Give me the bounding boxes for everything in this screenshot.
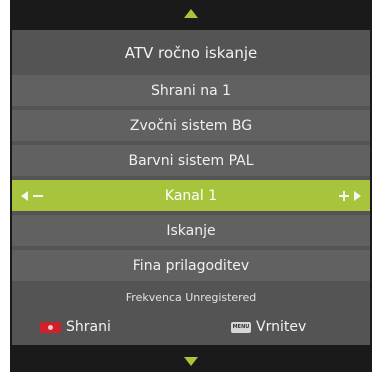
increase-control[interactable] [339, 180, 361, 211]
arrow-down-icon[interactable] [184, 357, 198, 366]
menu-item-label: Kanal 1 [164, 187, 218, 204]
back-label: Vrnitev [256, 319, 307, 335]
menu-item-label: Iskanje [166, 222, 216, 239]
menu-item-label: Fina prilagoditev [132, 257, 250, 274]
menu-item-save-to[interactable]: Shrani na 1 [12, 75, 370, 106]
frequency-readout: Frekvenca Unregistered [125, 290, 257, 304]
save-label: Shrani [66, 319, 111, 335]
menu-item-label: Zvočni sistem BG [129, 117, 253, 134]
menu-item-fine-tune[interactable]: Fina prilagoditev [12, 250, 370, 281]
menu-item-search[interactable]: Iskanje [12, 215, 370, 246]
arrow-up-icon[interactable] [184, 9, 198, 18]
save-button[interactable]: Shrani [40, 316, 111, 338]
menu-title: ATV ročno iskanje [124, 43, 258, 62]
red-key-icon [40, 321, 61, 333]
menu-item-sound-system[interactable]: Zvočni sistem BG [12, 110, 370, 141]
menu-item-channel[interactable]: Kanal 1 [12, 180, 370, 211]
back-button[interactable]: MENU Vrnitev [231, 316, 306, 338]
menu-item-label: Barvni sistem PAL [128, 152, 254, 169]
menu-panel: ATV ročno iskanje Shrani na 1 Zvočni sis… [12, 30, 370, 345]
menu-key-icon: MENU [231, 321, 251, 333]
triangle-right-icon [354, 190, 361, 201]
minus-icon [33, 194, 43, 197]
triangle-left-icon [21, 190, 28, 201]
menu-item-color-system[interactable]: Barvni sistem PAL [12, 145, 370, 176]
decrease-control[interactable] [21, 180, 43, 211]
tv-osd: ATV ročno iskanje Shrani na 1 Zvočni sis… [10, 0, 372, 372]
plus-icon [339, 190, 349, 201]
menu-item-label: Shrani na 1 [150, 82, 232, 99]
